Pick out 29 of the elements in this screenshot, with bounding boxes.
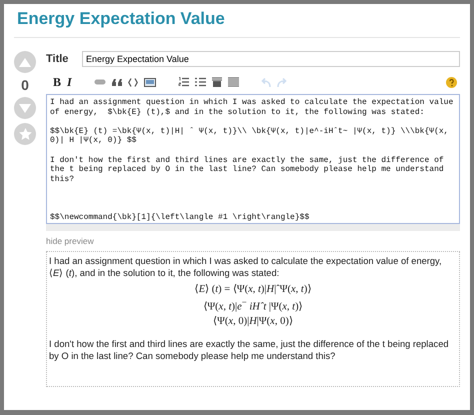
help-icon	[446, 76, 457, 88]
undo-icon	[260, 78, 271, 86]
redo-icon	[276, 78, 287, 86]
editor-field[interactable]: I had an assignment question in which I was asked to calculate the expectation value of energy, $\bk{E} (t),$ and in the solution to it, the following was stated: $$\bk{E} (t) =\bk{Ψ(x, t)|H| ˆ Ψ(x, t)}\\ \bk{Ψ(x, t)|e^-iHˆt~ |Ψ(x, t)} \\\bk{Ψ(x, 0)| H |Ψ(x, 0)} $$ I don't how the first and third lines are exactly the same, just the difference of the t being replaced by O in the last line? Can somebody please help me understand this? $$\newcommand{\bk}[1]{\left\langle #1 \right\rangle}$$	[46, 94, 460, 224]
horizontal-rule-icon	[228, 77, 239, 87]
numbered-list-icon	[178, 77, 189, 87]
vote-count: 0	[21, 77, 29, 93]
bullet-list-icon	[194, 77, 206, 87]
down-arrow-icon	[19, 104, 31, 112]
heading-icon	[212, 77, 222, 87]
italic-button[interactable]: I	[64, 74, 75, 90]
star-icon	[18, 128, 32, 140]
image-icon	[144, 78, 156, 86]
quote-icon	[112, 78, 122, 86]
resize-handle[interactable]	[46, 224, 460, 231]
preview-paragraph: I had an assignment question in which I was asked to calculate the expectation value of energy, ⟨E⟩ (t), and in the solution to it, the following was stated:	[49, 255, 443, 280]
equation: ⟨E⟩ (t) = ⟨Ψ(x, t)|H|ˆΨ(x, t)⟩	[194, 283, 312, 298]
equation: ⟨Ψ(x, 0)|H|Ψ(x, 0)⟩	[212, 315, 294, 329]
help-button[interactable]	[443, 74, 460, 90]
up-arrow-icon	[19, 58, 31, 66]
preview-paragraph: I don't how the first and third lines are exactly the same, just the difference of the t being replaced by O in the last line? Can somebody please help me understand this?	[49, 338, 450, 362]
code-icon	[128, 78, 138, 86]
link-icon	[94, 79, 106, 85]
bold-button[interactable]: B	[50, 74, 64, 90]
hide-preview-link[interactable]: hide preview	[46, 236, 460, 246]
title-label: Title	[46, 53, 70, 65]
title-field[interactable]: Energy Expectation Value	[82, 51, 460, 67]
page-title: Energy Expectation Value	[14, 4, 460, 38]
equation: ⟨Ψ(x, t)|e$^{−}$ iHˆt |Ψ(x, t)⟩	[202, 297, 304, 315]
